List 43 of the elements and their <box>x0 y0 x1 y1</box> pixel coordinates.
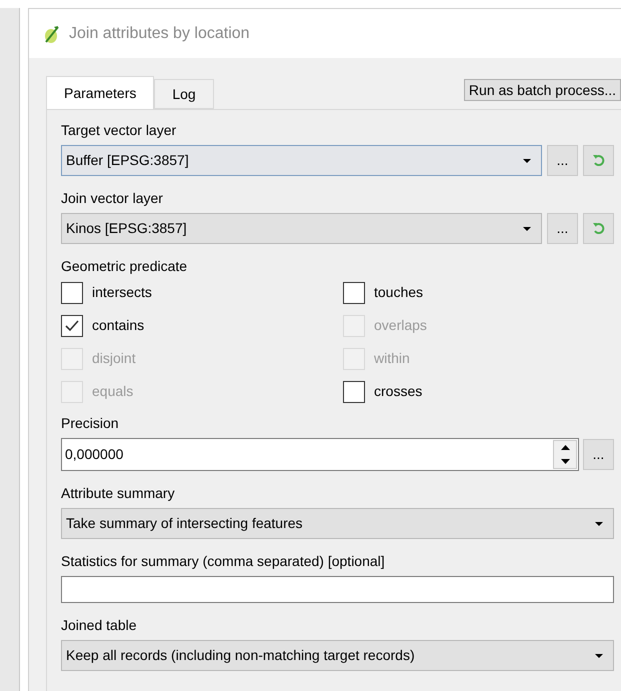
layer-dropdown[interactable]: Kinos [EPSG:3857] <box>61 213 542 244</box>
field-label: Geometric predicate <box>61 257 188 276</box>
checkbox[interactable] <box>61 282 83 304</box>
window-title: Join attributes by location <box>69 24 250 44</box>
tab[interactable]: Log <box>154 79 214 109</box>
refresh-icon <box>592 154 606 168</box>
tab[interactable]: Parameters <box>46 76 154 109</box>
refresh-icon <box>592 222 606 236</box>
checkbox-label: contains <box>92 316 144 335</box>
field-label: Target vector layer <box>61 121 178 140</box>
checkbox-label: overlaps <box>374 316 427 335</box>
check-icon <box>65 320 79 332</box>
app-logo-icon <box>43 24 61 44</box>
field-label: Join vector layer <box>61 189 164 208</box>
layer-dropdown[interactable]: Buffer [EPSG:3857] <box>61 145 542 176</box>
caret-icon <box>523 226 531 230</box>
caret-icon <box>595 522 603 526</box>
checkbox-label: intersects <box>92 283 152 302</box>
checkbox[interactable] <box>343 380 365 402</box>
checkbox-label: equals <box>92 382 134 401</box>
field-label: Statistics for summary (comma separated) [optional] <box>61 552 386 571</box>
dropdown[interactable]: Take summary of intersecting features <box>61 508 614 539</box>
text-input[interactable] <box>61 576 614 603</box>
spin-buttons[interactable] <box>553 440 577 469</box>
checkbox-label: touches <box>374 283 424 302</box>
field-label: Attribute summary <box>61 484 176 503</box>
browse-button[interactable]: ... <box>547 213 578 244</box>
field-label: Precision <box>61 414 120 433</box>
caret-icon <box>595 654 603 658</box>
field-label: Joined table <box>61 616 138 635</box>
checkbox-label: disjoint <box>92 349 136 368</box>
caret-icon <box>523 158 531 162</box>
dropdown[interactable]: Keep all records (including non-matching target records) <box>61 640 614 671</box>
checkbox-label: crosses <box>374 382 422 401</box>
checkbox-label: within <box>374 349 410 368</box>
checkbox[interactable] <box>61 314 83 336</box>
run-batch-button[interactable]: Run as batch process... <box>464 79 621 101</box>
up-arrow-icon <box>560 445 570 450</box>
number-field[interactable]: 0,000000 <box>61 438 579 471</box>
browse-button[interactable]: ... <box>547 145 578 176</box>
browse-button[interactable]: ... <box>583 439 614 470</box>
down-arrow-icon <box>560 458 570 464</box>
checkbox[interactable] <box>343 282 365 304</box>
